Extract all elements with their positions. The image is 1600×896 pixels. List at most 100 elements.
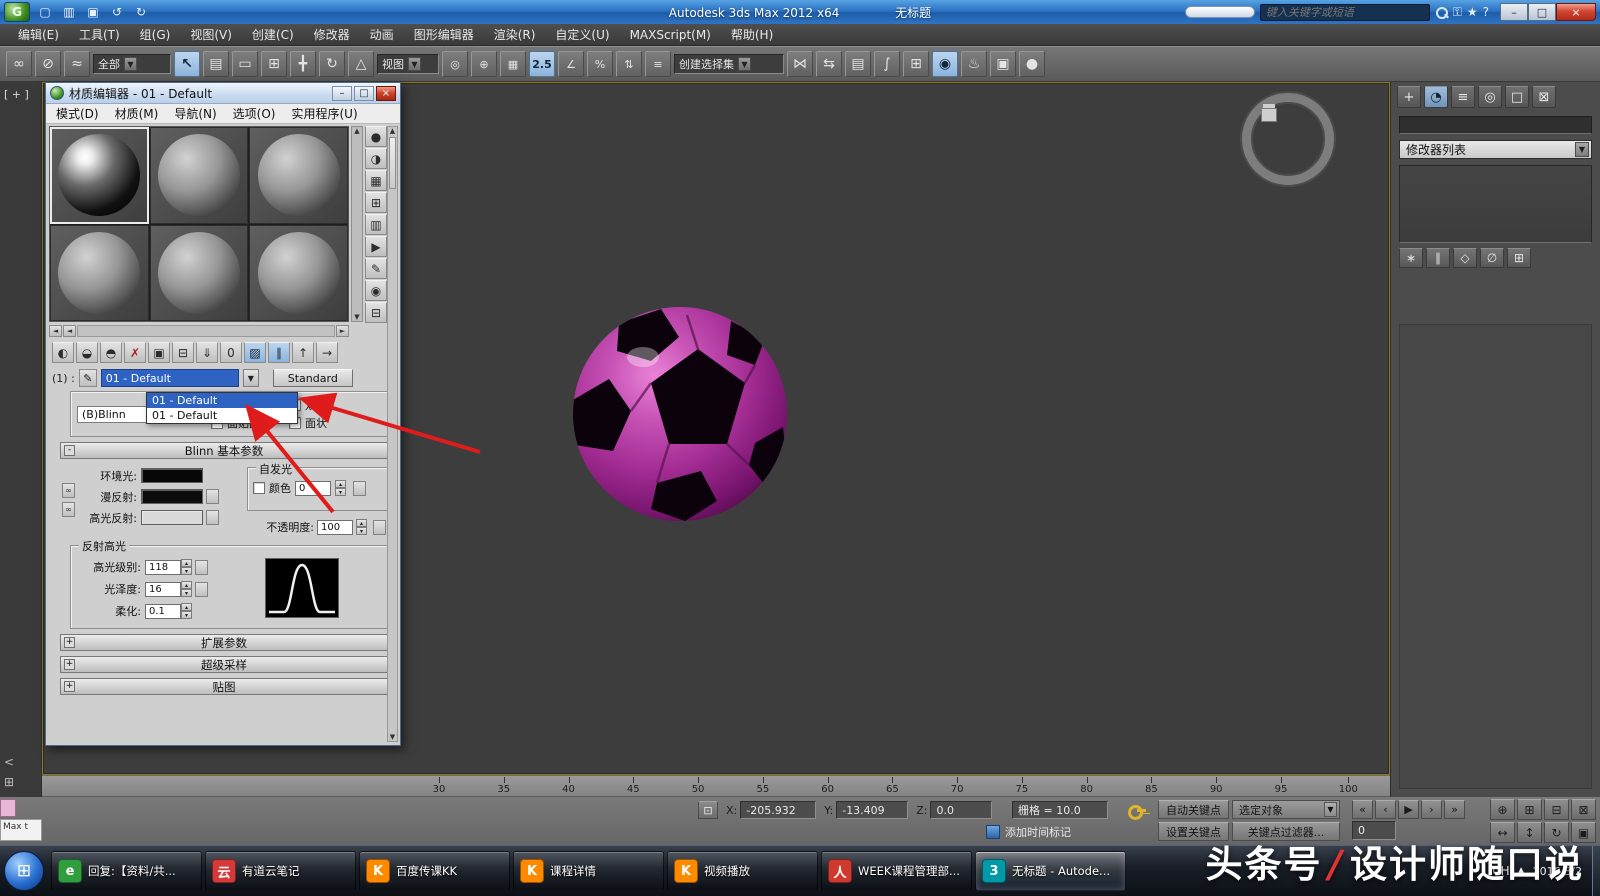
selected-objects-combo[interactable]: 选定对象 ▼ xyxy=(1232,800,1340,819)
show-end-result-icon[interactable]: ∥ xyxy=(268,342,290,363)
material-name-dropdown-arrow[interactable]: ▼ xyxy=(242,369,259,387)
me-menu-item[interactable]: 导航(N) xyxy=(166,103,224,124)
taskbar-item[interactable]: e 回复:【资料/共... xyxy=(51,851,202,891)
collapse-icon[interactable]: - xyxy=(64,445,75,456)
start-button[interactable]: ⊞ xyxy=(4,851,44,891)
viewcube-ring[interactable] xyxy=(1242,93,1334,185)
select-by-material-icon[interactable]: ◉ xyxy=(365,280,387,301)
menu-item[interactable]: 视图(V) xyxy=(180,24,242,45)
material-sample-slot[interactable] xyxy=(50,224,149,321)
specular-level-value[interactable]: 118 xyxy=(145,559,181,575)
select-and-link-icon[interactable]: ∞ xyxy=(6,51,32,77)
scrollbar-thumb[interactable] xyxy=(389,137,396,189)
zoom-extents-icon[interactable]: ⊟ xyxy=(1544,799,1569,820)
modifier-list-combo[interactable]: 修改器列表 ▼ xyxy=(1399,140,1592,159)
playback-button[interactable]: » xyxy=(1444,800,1465,819)
unlink-selection-icon[interactable]: ⊘ xyxy=(35,51,61,77)
rollout-bar[interactable]: + 贴图 xyxy=(60,678,388,695)
material-map-navigator-icon[interactable]: ⊟ xyxy=(365,302,387,323)
rendered-frame-window-icon[interactable]: ▣ xyxy=(990,51,1016,77)
material-sample-slot[interactable] xyxy=(149,127,249,224)
assign-material-to-selection-icon[interactable]: ◓ xyxy=(100,342,122,363)
editor-vertical-scrollbar[interactable]: ▲ ▼ xyxy=(387,126,398,742)
add-time-tag[interactable]: 添加时间标记 xyxy=(986,824,1071,840)
me-minimize-button[interactable]: – xyxy=(332,85,352,101)
chevron-down-icon[interactable]: ▼ xyxy=(738,57,751,71)
diffuse-map-button[interactable] xyxy=(206,489,219,504)
zoom-extents-all-icon[interactable]: ⊠ xyxy=(1571,799,1596,820)
opacity-value[interactable]: 100 xyxy=(317,519,353,535)
blinn-basic-parameters-rollout[interactable]: - Blinn 基本参数 xyxy=(60,442,388,459)
background-icon[interactable]: ▦ xyxy=(365,170,387,191)
me-menu-item[interactable]: 实用程序(U) xyxy=(283,103,365,124)
communication-center-widget[interactable] xyxy=(1184,6,1255,18)
lock-ambient-diffuse-icon[interactable]: ∞ xyxy=(62,483,75,498)
search-input[interactable] xyxy=(1259,3,1430,21)
select-by-name-icon[interactable]: ▤ xyxy=(203,51,229,77)
expand-icon[interactable]: + xyxy=(64,637,75,648)
dropdown-option[interactable]: 01 - Default xyxy=(147,393,297,408)
menu-item[interactable]: 自定义(U) xyxy=(545,24,619,45)
scroll-up-icon[interactable]: ▲ xyxy=(390,127,395,135)
maxscript-mini-listener-pink[interactable] xyxy=(0,799,16,817)
viewport-label[interactable]: [ + ] xyxy=(4,88,29,101)
make-unique-icon[interactable]: ⊟ xyxy=(172,342,194,363)
select-and-manipulate-icon[interactable]: ⊕ xyxy=(471,51,497,77)
selection-filter-combo[interactable]: 全部 ▼ xyxy=(93,54,171,74)
menu-item[interactable]: 渲染(R) xyxy=(484,24,546,45)
video-color-check-icon[interactable]: ▥ xyxy=(365,214,387,235)
scroll-down-icon[interactable]: ▼ xyxy=(390,733,395,741)
material-sample-slot[interactable] xyxy=(149,224,249,321)
search-icon[interactable] xyxy=(1435,6,1448,19)
me-maximize-button[interactable]: □ xyxy=(354,85,374,101)
scroll-down-icon[interactable]: ▼ xyxy=(354,313,359,321)
select-object-icon[interactable]: ↖ xyxy=(174,51,200,77)
viewcube-home-icon[interactable] xyxy=(1261,108,1277,122)
taskbar-item[interactable]: K 百度传课KK xyxy=(359,851,510,891)
playback-button[interactable]: ▶ xyxy=(1398,800,1419,819)
keyboard-override-icon[interactable]: ▦ xyxy=(500,51,526,77)
select-and-scale-icon[interactable]: △ xyxy=(348,51,374,77)
material-sample-slot[interactable] xyxy=(249,127,348,224)
backlight-icon[interactable]: ◑ xyxy=(365,148,387,169)
menu-item[interactable]: 组(G) xyxy=(130,24,181,45)
make-material-copy-icon[interactable]: ▣ xyxy=(148,342,170,363)
sample-vertical-scrollbar[interactable]: ▲ ▼ xyxy=(351,126,363,322)
scroll-left-icon[interactable]: ◄ xyxy=(49,325,62,337)
menu-item[interactable]: 帮助(H) xyxy=(721,24,783,45)
sample-horizontal-scrollbar[interactable]: ◄ ◄ ► xyxy=(49,325,349,337)
snaps-toggle-icon[interactable]: 2.5 xyxy=(529,51,555,77)
zoom-icon[interactable]: ⊕ xyxy=(1490,799,1515,820)
self-illumination-value[interactable]: 0 xyxy=(295,480,331,496)
reset-map-icon[interactable]: ✗ xyxy=(124,342,146,363)
chevron-down-icon[interactable]: ▼ xyxy=(124,57,137,71)
maxscript-mini-listener[interactable]: Max t xyxy=(0,819,42,841)
tab-modify[interactable]: ◔ xyxy=(1424,86,1448,108)
material-id-channel-icon[interactable]: 0 xyxy=(220,342,242,363)
chevron-down-icon[interactable]: ▼ xyxy=(1324,802,1337,817)
put-material-to-scene-icon[interactable]: ◒ xyxy=(76,342,98,363)
tab-display[interactable]: □ xyxy=(1505,86,1529,108)
specular-color-swatch[interactable] xyxy=(141,510,203,525)
lock-diffuse-specular-icon[interactable]: ∞ xyxy=(62,502,75,517)
specular-level-map-button[interactable] xyxy=(195,559,208,575)
rectangular-selection-region-icon[interactable]: ▭ xyxy=(232,51,258,77)
undo-icon[interactable]: ↺ xyxy=(106,3,128,21)
spin-up-icon[interactable]: ▴ xyxy=(356,519,367,527)
favorites-star-icon[interactable]: ★ xyxy=(1467,5,1478,19)
bind-to-space-warp-icon[interactable]: ≈ xyxy=(64,51,90,77)
use-pivot-center-icon[interactable]: ◎ xyxy=(442,51,468,77)
diffuse-color-swatch[interactable] xyxy=(141,489,203,504)
reference-coordinate-combo[interactable]: 视图 ▼ xyxy=(377,54,439,74)
scrollbar-track[interactable] xyxy=(77,325,335,337)
me-menu-item[interactable]: 材质(M) xyxy=(107,103,167,124)
put-to-library-icon[interactable]: ⇓ xyxy=(196,342,218,363)
chevron-down-icon[interactable]: ▼ xyxy=(408,57,421,71)
curve-editor-icon[interactable]: ∫ xyxy=(874,51,900,77)
show-map-in-viewport-icon[interactable]: ▨ xyxy=(244,342,266,363)
rollout-bar[interactable]: + 扩展参数 xyxy=(60,634,388,651)
me-menu-item[interactable]: 选项(O) xyxy=(225,103,284,124)
percent-snap-icon[interactable]: % xyxy=(587,51,613,77)
glossiness-map-button[interactable] xyxy=(195,581,208,597)
spin-down-icon[interactable]: ▾ xyxy=(335,488,346,496)
